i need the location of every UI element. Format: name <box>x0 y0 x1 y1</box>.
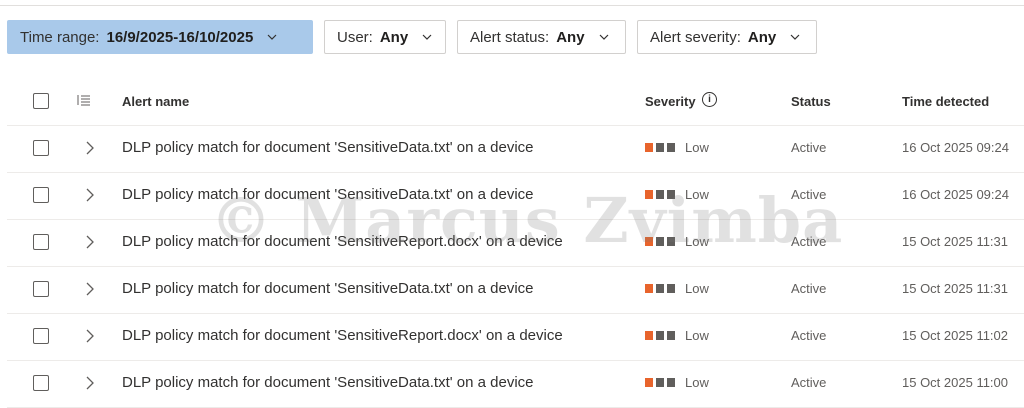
status-text: Active <box>791 234 827 249</box>
severity-label: Low <box>685 328 709 343</box>
alert-name[interactable]: DLP policy match for document 'Sensitive… <box>122 186 534 203</box>
chevron-right-icon[interactable] <box>85 234 95 250</box>
time-range-filter[interactable]: Time range: 16/9/2025-16/10/2025 <box>7 20 313 54</box>
status-text: Active <box>791 187 827 202</box>
severity-bar <box>656 331 664 340</box>
severity-bar <box>667 190 675 199</box>
row-checkbox[interactable] <box>33 375 49 391</box>
alert-name[interactable]: DLP policy match for document 'Sensitive… <box>122 280 534 297</box>
table-row[interactable]: DLP policy match for document 'Sensitive… <box>7 266 1024 314</box>
filter-value: Any <box>379 28 409 46</box>
severity-bar <box>645 284 653 293</box>
alert-name[interactable]: DLP policy match for document 'Sensitive… <box>122 139 534 156</box>
severity-bar <box>667 143 675 152</box>
status-text: Active <box>791 328 827 343</box>
column-header-severity[interactable]: Severity <box>645 94 696 109</box>
time-detected: 15 Oct 2025 11:31 <box>902 281 1009 296</box>
alert-severity-filter[interactable]: Alert severity: Any <box>637 20 817 54</box>
row-checkbox[interactable] <box>33 281 49 297</box>
user-filter[interactable]: User: Any <box>324 20 446 54</box>
row-checkbox[interactable] <box>33 140 49 156</box>
severity-indicator-icon <box>645 237 677 246</box>
alert-status-filter[interactable]: Alert status: Any <box>457 20 626 54</box>
filter-label: User: <box>337 28 373 46</box>
chevron-down-icon <box>422 34 432 40</box>
table-row[interactable]: DLP policy match for document 'Sensitive… <box>7 219 1024 267</box>
filter-value: Any <box>747 28 777 46</box>
row-checkbox[interactable] <box>33 187 49 203</box>
time-detected: 15 Oct 2025 11:31 <box>902 234 1009 249</box>
select-all-checkbox[interactable] <box>33 93 49 109</box>
severity-bar <box>645 190 653 199</box>
chevron-down-icon <box>267 34 277 40</box>
table-row[interactable]: DLP policy match for document 'Sensitive… <box>7 360 1024 408</box>
chevron-right-icon[interactable] <box>85 140 95 156</box>
status-text: Active <box>791 140 827 155</box>
alert-name[interactable]: DLP policy match for document 'Sensitive… <box>122 327 563 344</box>
severity-bar <box>645 237 653 246</box>
alert-name[interactable]: DLP policy match for document 'Sensitive… <box>122 233 563 250</box>
severity-bar <box>656 190 664 199</box>
table-row[interactable]: DLP policy match for document 'Sensitive… <box>7 125 1024 173</box>
status-text: Active <box>791 281 827 296</box>
chevron-right-icon[interactable] <box>85 281 95 297</box>
severity-bar <box>656 143 664 152</box>
severity-label: Low <box>685 281 709 296</box>
column-header-status[interactable]: Status <box>791 94 831 109</box>
top-divider <box>0 0 1024 6</box>
severity-bar <box>645 143 653 152</box>
filter-label: Alert status: <box>470 28 550 46</box>
column-header-time-detected[interactable]: Time detected <box>902 94 989 109</box>
severity-bar <box>667 331 675 340</box>
list-options-icon[interactable] <box>77 94 91 106</box>
severity-indicator-icon <box>645 190 677 199</box>
severity-label: Low <box>685 234 709 249</box>
severity-indicator-icon <box>645 331 677 340</box>
severity-bar <box>656 237 664 246</box>
severity-bar <box>667 237 675 246</box>
filter-label: Time range: <box>20 28 100 46</box>
row-checkbox[interactable] <box>33 328 49 344</box>
time-detected: 16 Oct 2025 09:24 <box>902 187 1009 202</box>
table-row[interactable]: DLP policy match for document 'Sensitive… <box>7 172 1024 220</box>
severity-bar <box>656 284 664 293</box>
filter-value: 16/9/2025-16/10/2025 <box>106 28 254 46</box>
filter-value: Any <box>556 28 585 46</box>
severity-label: Low <box>685 140 709 155</box>
chevron-right-icon[interactable] <box>85 375 95 391</box>
chevron-right-icon[interactable] <box>85 328 95 344</box>
table-row[interactable]: DLP policy match for document 'Sensitive… <box>7 313 1024 361</box>
severity-indicator-icon <box>645 284 677 293</box>
severity-bar <box>645 331 653 340</box>
severity-indicator-icon <box>645 143 677 152</box>
severity-bar <box>667 284 675 293</box>
column-header-alert-name[interactable]: Alert name <box>122 94 189 109</box>
chevron-right-icon[interactable] <box>85 187 95 203</box>
time-detected: 16 Oct 2025 09:24 <box>902 140 1009 155</box>
row-checkbox[interactable] <box>33 234 49 250</box>
time-detected: 15 Oct 2025 11:02 <box>902 328 1009 343</box>
severity-label: Low <box>685 187 709 202</box>
chevron-down-icon <box>599 34 608 40</box>
chevron-down-icon <box>790 34 800 40</box>
filter-label: Alert severity: <box>650 28 741 46</box>
info-icon[interactable]: i <box>702 92 717 107</box>
table-header: Alert name Severity i Status Time detect… <box>7 77 1024 126</box>
